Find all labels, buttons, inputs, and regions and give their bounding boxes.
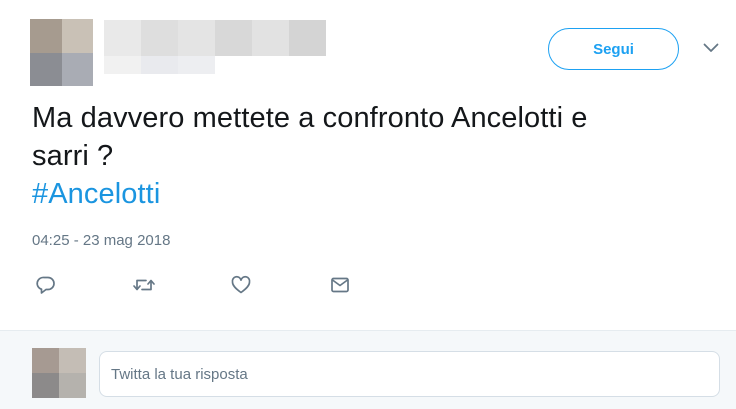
author-avatar[interactable] xyxy=(30,19,93,86)
user-avatar xyxy=(32,348,86,398)
envelope-icon[interactable] xyxy=(327,272,353,298)
tweet-actions xyxy=(0,272,736,298)
reply-input[interactable] xyxy=(99,351,720,397)
reply-icon[interactable] xyxy=(33,272,59,298)
hashtag-link[interactable]: #Ancelotti xyxy=(32,178,160,210)
follow-button[interactable]: Segui xyxy=(548,28,679,70)
reply-bar xyxy=(0,330,736,409)
heart-icon[interactable] xyxy=(228,272,254,298)
chevron-down-icon[interactable] xyxy=(700,40,722,56)
tweet-text-line: Ma davvero mettete a confronto Ancelotti… xyxy=(32,102,588,134)
tweet-text: Ma davvero mettete a confronto Ancelotti… xyxy=(32,99,712,213)
author-name-redacted[interactable] xyxy=(104,20,326,76)
tweet-timestamp[interactable]: 04:25 - 23 mag 2018 xyxy=(32,232,170,249)
retweet-icon[interactable] xyxy=(131,272,157,298)
tweet-text-line: sarri ? xyxy=(32,140,114,172)
tweet-card: Segui Ma davvero mettete a confronto Anc… xyxy=(0,0,736,409)
